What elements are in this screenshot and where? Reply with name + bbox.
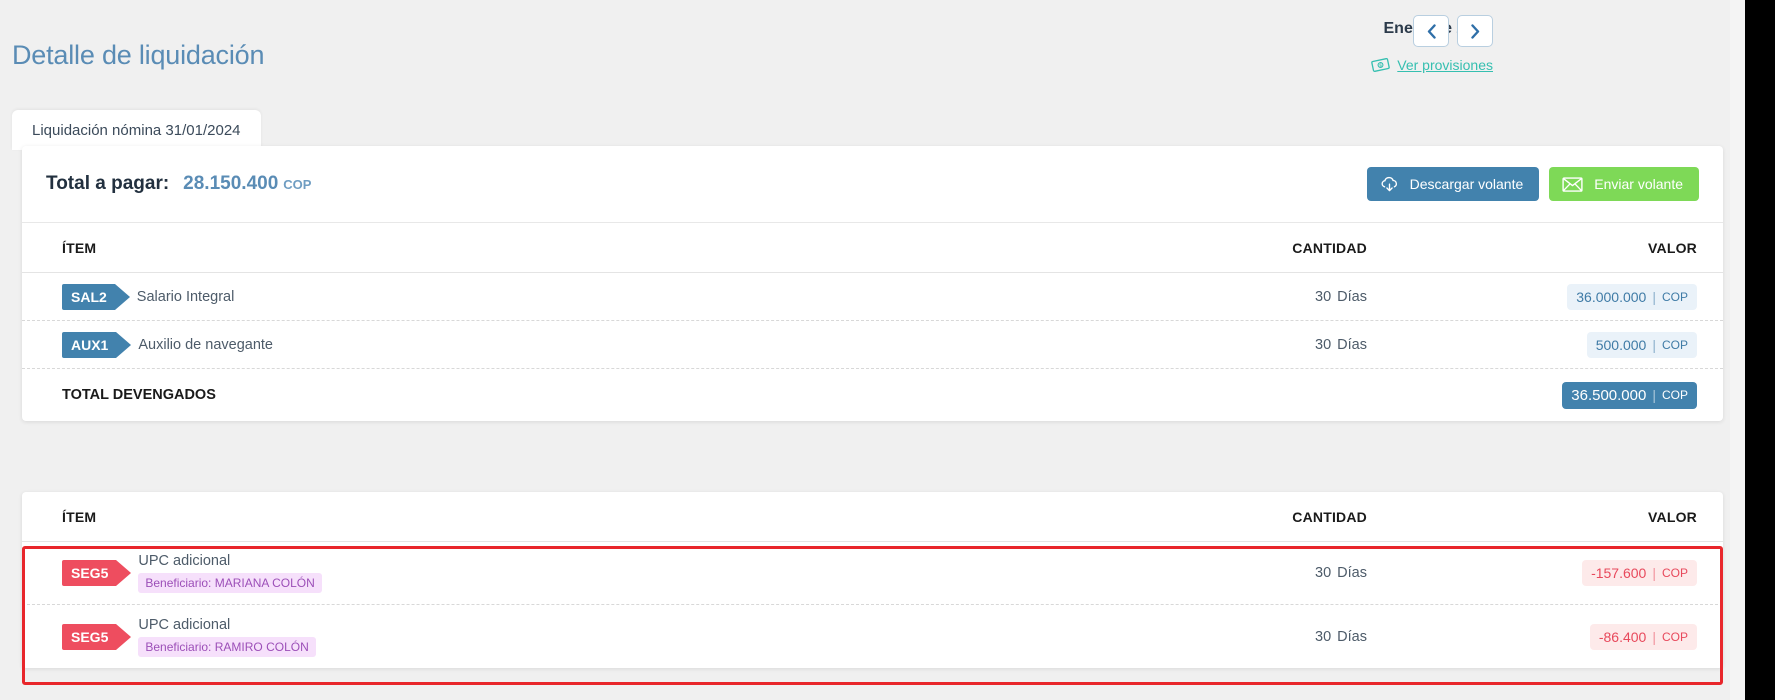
- cloud-download-icon: [1381, 176, 1397, 191]
- item-cell: SEG5 UPC adicional Beneficiario: MARIANA…: [62, 553, 1057, 593]
- item-texts: Auxilio de navegante: [138, 337, 273, 353]
- quantity-value: 30: [1315, 288, 1332, 305]
- beneficiary-badge: Beneficiario: MARIANA COLÓN: [138, 573, 322, 593]
- earnings-total-currency: COP: [1661, 388, 1688, 402]
- value-badge: -157.600 | COP: [1582, 560, 1697, 586]
- value-cell: -157.600 | COP: [1377, 560, 1697, 586]
- header-value: VALOR: [1648, 508, 1697, 525]
- value-cell: -86.400 | COP: [1377, 623, 1697, 650]
- quantity-value: 30: [1315, 336, 1332, 353]
- value-separator: |: [1652, 387, 1656, 403]
- view-provisions-link[interactable]: $ Ver provisiones: [1371, 57, 1493, 73]
- item-cell: SAL2 Salario Integral: [62, 283, 1057, 310]
- value-separator: |: [1652, 288, 1656, 305]
- item-code-badge: SAL2: [62, 283, 130, 310]
- beneficiary-badge: Beneficiario: RAMIRO COLÓN: [138, 636, 316, 657]
- item-cell: SEG5 UPC adicional Beneficiario: RAMIRO …: [62, 617, 1057, 657]
- quantity-cell: 30 Días: [1057, 289, 1377, 305]
- value-separator: |: [1652, 628, 1656, 645]
- table-row[interactable]: SAL2 Salario Integral 30 Días 36.000.000 …: [22, 273, 1723, 321]
- item-name: Salario Integral: [136, 288, 235, 305]
- quantity-cell: 30 Días: [1057, 337, 1377, 353]
- quantity-value: 30: [1315, 565, 1332, 581]
- value-separator: |: [1652, 336, 1656, 353]
- header-quantity: CANTIDAD: [1292, 508, 1367, 525]
- item-name: Auxilio de navegante: [138, 336, 273, 353]
- deductions-card: ÍTEM CANTIDAD VALOR SEG5 UPC adicional B…: [22, 492, 1723, 668]
- envelope-icon: [1562, 176, 1583, 192]
- quantity-unit: Días: [1337, 336, 1367, 353]
- download-voucher-label: Descargar volante: [1409, 176, 1524, 192]
- value-amount: -86.400: [1598, 628, 1647, 645]
- viewport-right-gutter: [1745, 0, 1775, 700]
- earnings-card: Total a pagar: 28.150.400 COP Descargar …: [22, 146, 1723, 421]
- earnings-total-row: TOTAL DEVENGADOS 36.500.000 | COP: [22, 369, 1723, 421]
- value-currency: COP: [1661, 289, 1688, 304]
- item-name: UPC adicional: [138, 553, 231, 569]
- send-voucher-button[interactable]: Enviar volante: [1549, 167, 1699, 201]
- header-item: ÍTEM: [62, 239, 97, 256]
- table-row[interactable]: AUX1 Auxilio de navegante 30 Días 500.000…: [22, 321, 1723, 369]
- header-item: ÍTEM: [62, 508, 97, 525]
- table-row[interactable]: SEG5 UPC adicional Beneficiario: MARIANA…: [22, 542, 1723, 605]
- view-provisions-label: Ver provisiones: [1397, 57, 1493, 73]
- total-pay-currency: COP: [283, 176, 312, 192]
- quantity-unit: Días: [1337, 288, 1367, 305]
- value-amount: -157.600: [1591, 565, 1647, 581]
- item-code-badge: AUX1: [62, 331, 132, 358]
- earnings-total-label: TOTAL DEVENGADOS: [62, 387, 216, 403]
- item-texts: UPC adicional Beneficiario: RAMIRO COLÓN: [138, 616, 316, 657]
- item-cell: AUX1 Auxilio de navegante: [62, 331, 1057, 358]
- value-currency: COP: [1661, 566, 1688, 580]
- earnings-table-header: ÍTEM CANTIDAD VALOR: [22, 223, 1723, 273]
- page-root: Detalle de liquidación Enero de 2024: [0, 0, 1775, 700]
- item-texts: Salario Integral: [137, 289, 235, 305]
- quantity-cell: 30 Días: [1057, 565, 1377, 581]
- total-pay-amount: 28.150.400: [183, 173, 279, 194]
- header-quantity: CANTIDAD: [1292, 239, 1367, 256]
- item-cell: TOTAL DEVENGADOS: [62, 387, 1057, 403]
- send-voucher-label: Enviar volante: [1594, 176, 1683, 192]
- quantity-cell: 30 Días: [1057, 629, 1377, 645]
- header-value: VALOR: [1648, 239, 1697, 256]
- earnings-total-amount: 36.500.000: [1571, 386, 1647, 404]
- chevron-left-icon: [1427, 23, 1436, 39]
- total-pay-label: Total a pagar:: [46, 173, 170, 194]
- table-row[interactable]: SEG5 UPC adicional Beneficiario: RAMIRO …: [22, 605, 1723, 668]
- page-title: Detalle de liquidación: [12, 40, 265, 70]
- value-badge: 36.000.000 | COP: [1567, 283, 1697, 310]
- total-summary-bar: Total a pagar: 28.150.400 COP Descargar …: [22, 146, 1723, 223]
- value-cell: 36.500.000 | COP: [1377, 381, 1697, 409]
- tab-liquidacion-nomina[interactable]: Liquidación nómina 31/01/2024: [12, 110, 261, 150]
- value-currency: COP: [1661, 629, 1688, 644]
- item-texts: UPC adicional Beneficiario: MARIANA COLÓ…: [138, 553, 322, 593]
- value-amount: 500.000: [1595, 336, 1647, 353]
- chevron-right-icon: [1470, 23, 1479, 39]
- item-code-badge: SEG5: [62, 623, 132, 650]
- page-header: Detalle de liquidación Enero de 2024: [0, 0, 1745, 100]
- value-amount: 36.000.000: [1576, 288, 1647, 305]
- value-cell: 36.000.000 | COP: [1377, 283, 1697, 310]
- next-period-button[interactable]: [1457, 15, 1493, 47]
- document-actions: Descargar volante Enviar volante: [1366, 167, 1699, 201]
- value-currency: COP: [1661, 337, 1688, 352]
- quantity-value: 30: [1315, 628, 1332, 645]
- prev-period-button[interactable]: [1413, 15, 1449, 47]
- tab-bar: Liquidación nómina 31/01/2024: [12, 110, 261, 150]
- item-name: UPC adicional: [138, 616, 231, 633]
- quantity-unit: Días: [1337, 565, 1367, 581]
- quantity-unit: Días: [1337, 628, 1367, 645]
- download-voucher-button[interactable]: Descargar volante: [1366, 167, 1540, 201]
- page-right-margin: [1730, 0, 1745, 700]
- value-badge: -86.400 | COP: [1589, 623, 1697, 650]
- value-badge: 500.000 | COP: [1586, 331, 1697, 358]
- deductions-table-header: ÍTEM CANTIDAD VALOR: [22, 492, 1723, 542]
- period-nav: [1413, 15, 1493, 47]
- item-code-badge: SEG5: [62, 560, 132, 586]
- banknote-icon: $: [1371, 58, 1391, 72]
- value-cell: 500.000 | COP: [1377, 331, 1697, 358]
- value-separator: |: [1652, 565, 1656, 581]
- earnings-total-badge: 36.500.000 | COP: [1562, 381, 1697, 409]
